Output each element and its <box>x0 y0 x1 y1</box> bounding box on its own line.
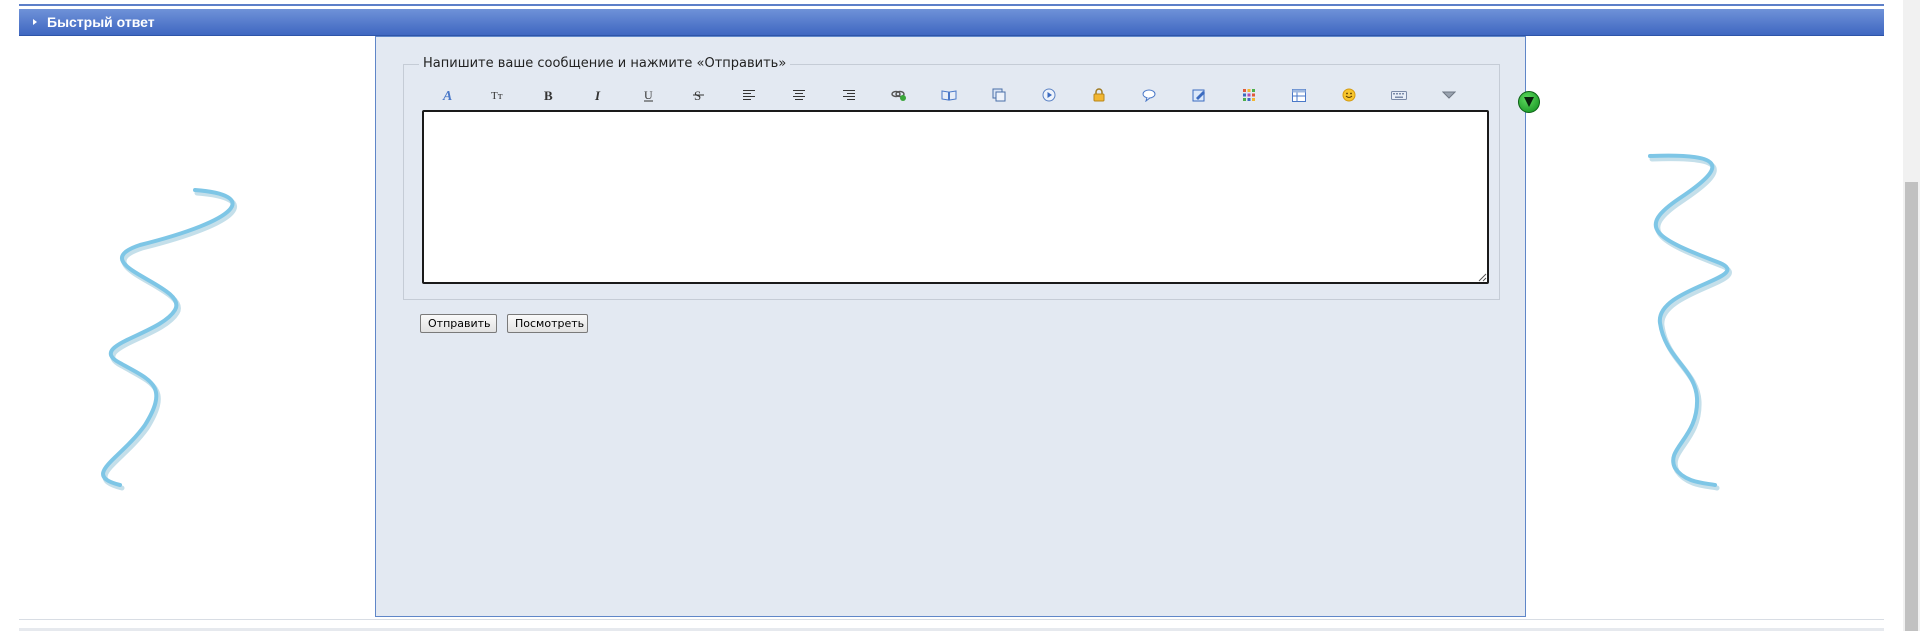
smiley-icon[interactable] <box>1324 84 1374 106</box>
color-palette-icon[interactable] <box>1224 84 1274 106</box>
preview-button[interactable]: Посмотреть <box>507 314 588 333</box>
book-icon[interactable] <box>924 84 974 106</box>
editor-toolbar: A Tт B I U S <box>424 84 1474 106</box>
message-textarea[interactable] <box>422 110 1489 284</box>
bottom-divider <box>19 619 1884 620</box>
bold-icon[interactable]: B <box>524 84 574 106</box>
speech-bubble-icon[interactable] <box>1124 84 1174 106</box>
lock-icon[interactable] <box>1074 84 1124 106</box>
underline-icon[interactable]: U <box>624 84 674 106</box>
strikethrough-icon[interactable]: S <box>674 84 724 106</box>
scrollbar-thumb[interactable] <box>1905 182 1918 631</box>
align-left-icon[interactable] <box>724 84 774 106</box>
table-icon[interactable] <box>1274 84 1324 106</box>
link-icon[interactable] <box>874 84 924 106</box>
message-fieldset: Напишите ваше сообщение и нажмите «Отпра… <box>403 56 1540 300</box>
quick-reply-panel: Напишите ваше сообщение и нажмите «Отпра… <box>375 36 1540 617</box>
svg-text:Tт: Tт <box>491 90 503 102</box>
play-icon[interactable] <box>1024 84 1074 106</box>
align-center-icon[interactable] <box>774 84 824 106</box>
copy-icon[interactable] <box>974 84 1024 106</box>
svg-text:B: B <box>544 88 553 102</box>
decorative-squiggle-left-icon <box>101 188 237 491</box>
align-right-icon[interactable] <box>824 84 874 106</box>
more-dropdown-icon[interactable] <box>1424 84 1474 106</box>
font-size-icon[interactable]: Tт <box>474 84 524 106</box>
italic-icon[interactable]: I <box>574 84 624 106</box>
page: Быстрый ответ Напишите ваше сообщение и … <box>0 0 1920 631</box>
decorative-squiggle-right-icon <box>1648 153 1732 491</box>
send-button[interactable]: Отправить <box>420 314 497 333</box>
green-logo-icon[interactable] <box>1518 91 1540 113</box>
resize-grip-icon[interactable] <box>1477 272 1487 282</box>
header-title: Быстрый ответ <box>47 14 155 30</box>
vertical-scrollbar[interactable] <box>1903 0 1920 631</box>
svg-text:I: I <box>594 88 601 102</box>
edit-icon[interactable] <box>1174 84 1224 106</box>
top-divider <box>19 4 1884 6</box>
svg-text:U: U <box>644 88 653 102</box>
quick-reply-header[interactable]: Быстрый ответ <box>19 9 1884 36</box>
fieldset-legend: Напишите ваше сообщение и нажмите «Отпра… <box>419 56 791 71</box>
font-icon[interactable]: A <box>424 84 474 106</box>
collapse-arrow-icon[interactable] <box>33 19 37 25</box>
keyboard-icon[interactable] <box>1374 84 1424 106</box>
svg-text:A: A <box>442 89 452 102</box>
